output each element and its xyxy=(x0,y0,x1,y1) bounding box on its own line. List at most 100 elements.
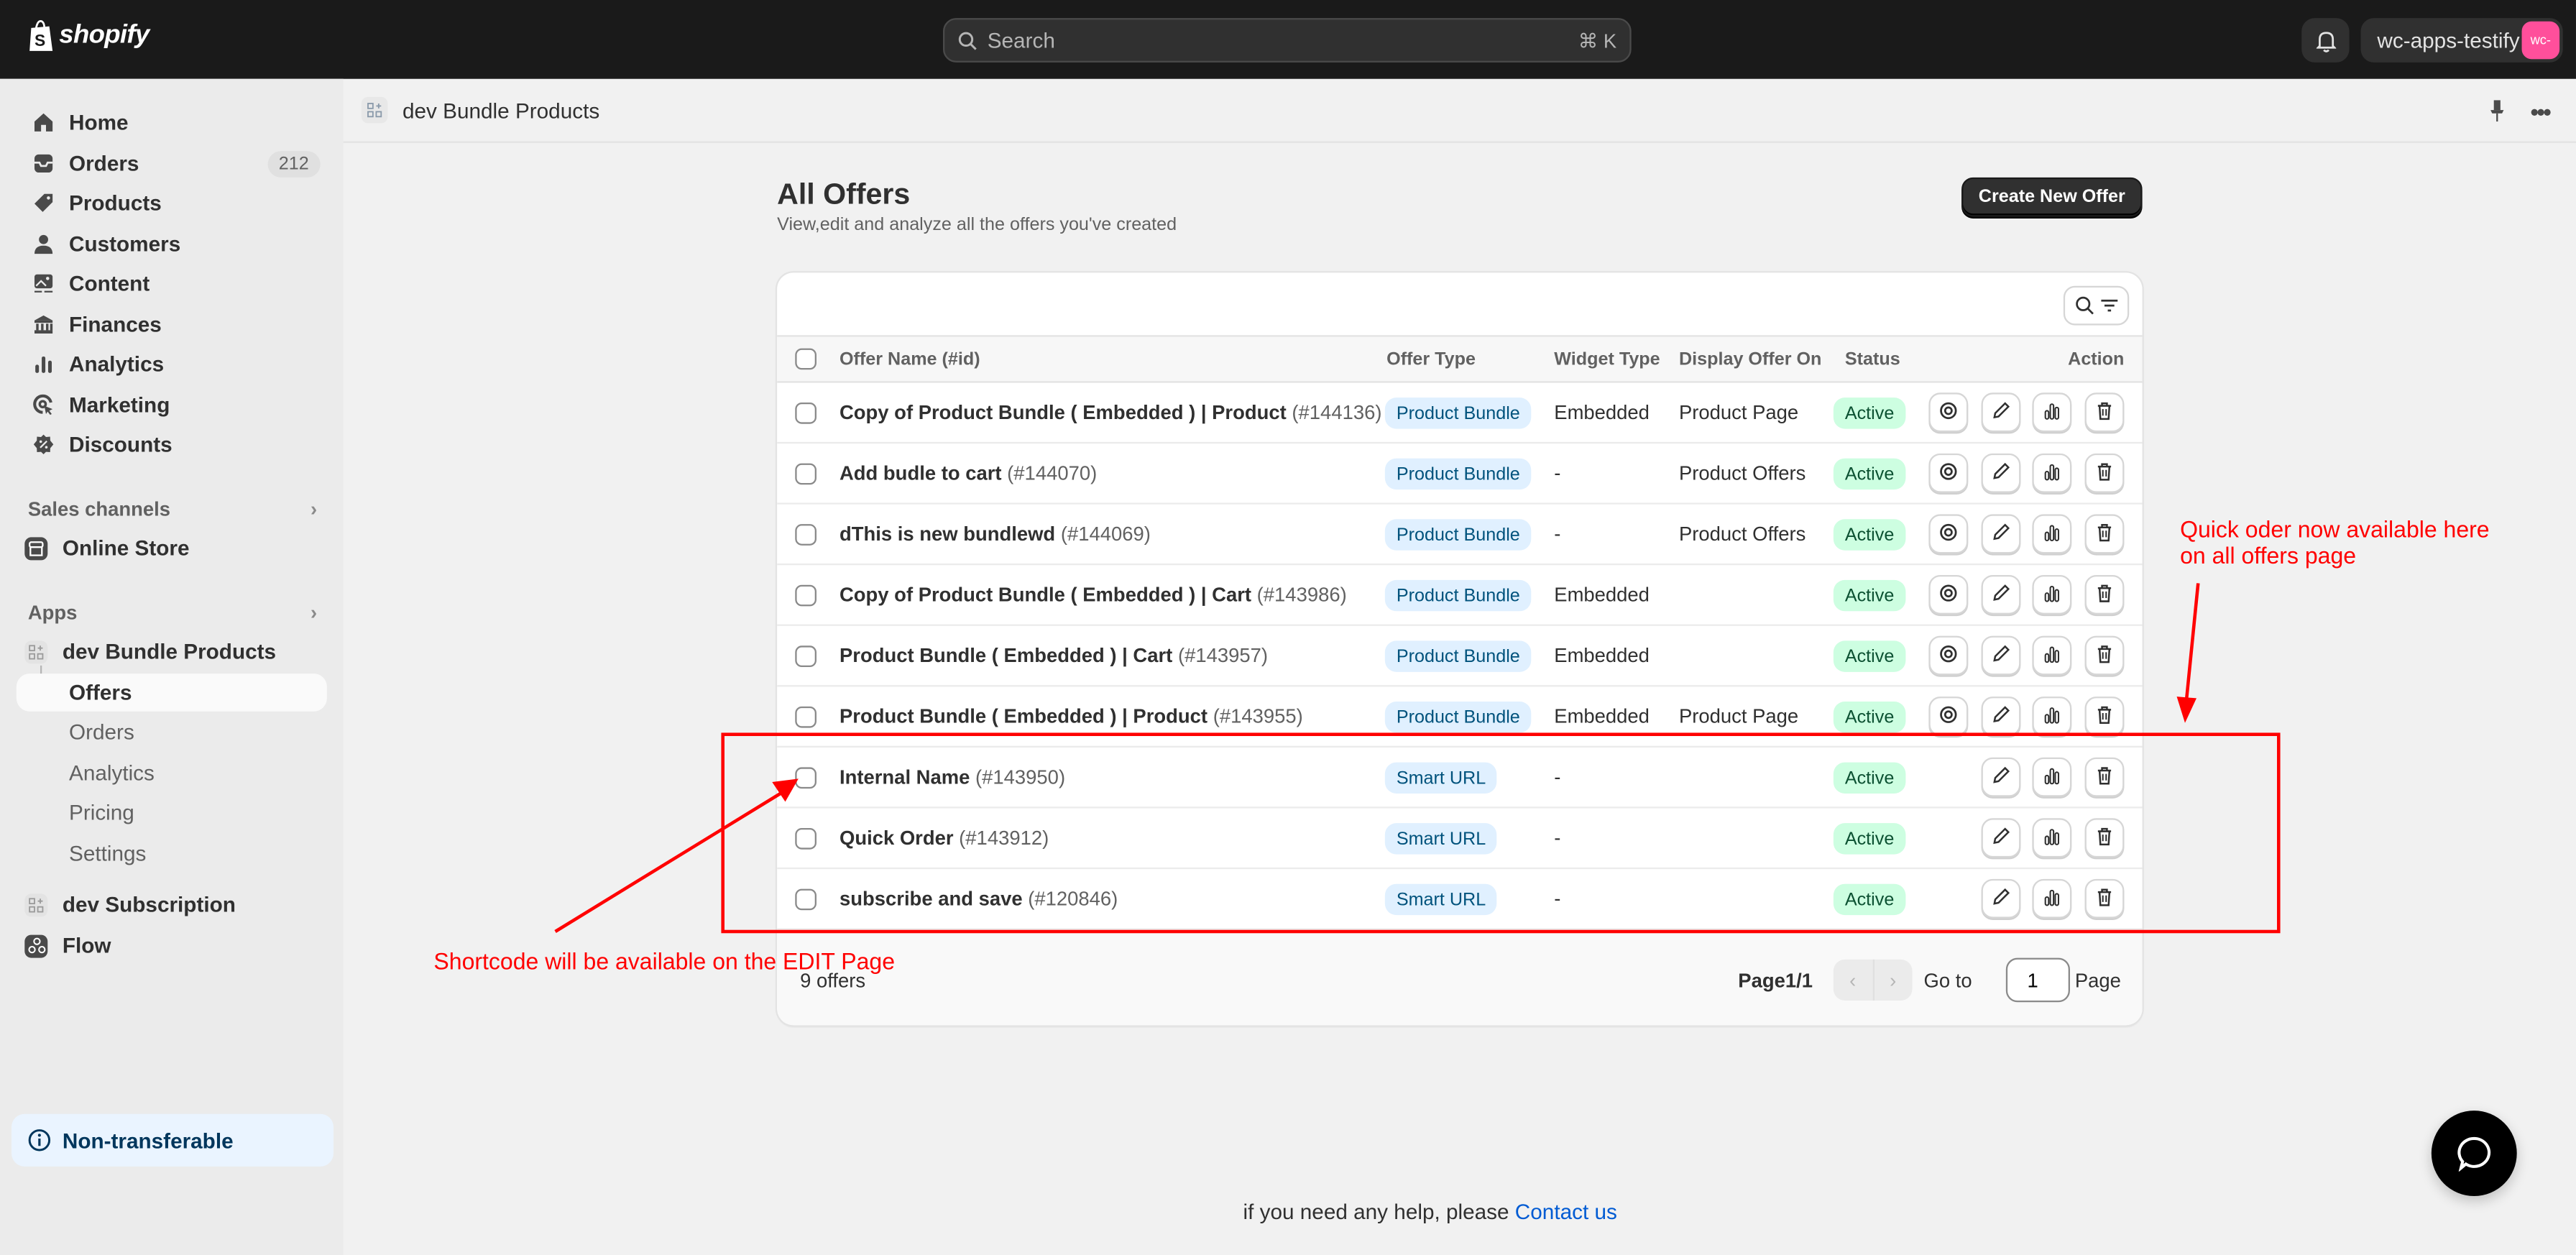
table-row[interactable]: Quick Order (#143912) Smart URL - Active xyxy=(777,809,2143,870)
more-actions-icon[interactable]: ••• xyxy=(2531,98,2552,125)
store-menu-button[interactable]: wc-apps-testify wc- xyxy=(2360,18,2563,63)
view-button[interactable] xyxy=(1928,514,1969,554)
edit-button[interactable] xyxy=(1981,635,2021,676)
sidebar-item-orders[interactable]: Orders 212 xyxy=(17,143,327,184)
sidebar-item-content[interactable]: Content xyxy=(17,263,327,304)
delete-button[interactable] xyxy=(2084,757,2125,797)
offer-name[interactable]: Copy of Product Bundle ( Embedded ) | Pr… xyxy=(840,401,1381,424)
sidebar-item-online-store[interactable]: Online Store xyxy=(17,528,327,569)
offer-name[interactable]: Product Bundle ( Embedded ) | Product (#… xyxy=(840,705,1303,728)
delete-button[interactable] xyxy=(2084,574,2125,615)
table-row[interactable]: subscribe and save (#120846) Smart URL - Ac… xyxy=(777,869,2143,930)
table-row[interactable]: Copy of Product Bundle ( Embedded ) | Ca… xyxy=(777,565,2143,626)
sidebar-item-customers[interactable]: Customers xyxy=(17,224,327,265)
header-offer-name[interactable]: Offer Name (#id) xyxy=(840,350,980,369)
analytics-button[interactable] xyxy=(2032,757,2072,797)
edit-button[interactable] xyxy=(1981,878,2021,919)
view-button[interactable] xyxy=(1928,453,1969,493)
apps-header[interactable]: Apps › xyxy=(28,602,317,625)
sidebar-item-flow[interactable]: Flow xyxy=(17,925,327,966)
page-number-input[interactable] xyxy=(2005,957,2070,1003)
edit-button[interactable] xyxy=(1981,453,2021,493)
edit-button[interactable] xyxy=(1981,757,2021,797)
sidebar-item-marketing[interactable]: Marketing xyxy=(17,385,327,426)
row-checkbox[interactable] xyxy=(795,524,816,546)
offer-name[interactable]: dThis is new bundlewd (#144069) xyxy=(840,523,1151,546)
table-row[interactable]: Add budle to cart (#144070) Product Bundl… xyxy=(777,443,2143,505)
chat-button[interactable] xyxy=(2431,1111,2517,1196)
table-row[interactable]: Copy of Product Bundle ( Embedded ) | Pr… xyxy=(777,383,2143,444)
row-checkbox[interactable] xyxy=(795,402,816,424)
analytics-button[interactable] xyxy=(2032,818,2072,858)
offer-name[interactable]: Copy of Product Bundle ( Embedded ) | Ca… xyxy=(840,583,1347,606)
delete-button[interactable] xyxy=(2084,453,2125,493)
analytics-button[interactable] xyxy=(2032,453,2072,493)
analytics-button[interactable] xyxy=(2032,574,2072,615)
search-input[interactable]: Search ⌘ K xyxy=(942,18,1632,63)
header-status[interactable]: Status xyxy=(1845,350,1900,369)
analytics-button[interactable] xyxy=(2032,878,2072,919)
sidebar-item-finances[interactable]: Finances xyxy=(17,304,327,345)
table-row[interactable]: Product Bundle ( Embedded ) | Cart (#143… xyxy=(777,626,2143,687)
edit-button[interactable] xyxy=(1981,392,2021,433)
table-row[interactable]: dThis is new bundlewd (#144069) Product B… xyxy=(777,505,2143,566)
create-new-offer-button[interactable]: Create New Offer xyxy=(1961,177,2143,217)
delete-button[interactable] xyxy=(2084,697,2125,736)
row-checkbox[interactable] xyxy=(795,706,816,728)
delete-button[interactable] xyxy=(2084,514,2125,554)
pin-icon[interactable] xyxy=(2488,98,2507,122)
sidebar-subitem-orders[interactable]: Orders xyxy=(17,713,327,751)
analytics-button[interactable] xyxy=(2032,514,2072,554)
analytics-button[interactable] xyxy=(2032,392,2072,433)
edit-button[interactable] xyxy=(1981,574,2021,615)
view-button[interactable] xyxy=(1928,574,1969,615)
offer-name[interactable]: subscribe and save (#120846) xyxy=(840,887,1118,910)
table-row[interactable]: Internal Name (#143950) Smart URL - Active xyxy=(777,748,2143,809)
offer-name[interactable]: Add budle to cart (#144070) xyxy=(840,461,1097,484)
delete-button[interactable] xyxy=(2084,392,2125,433)
row-checkbox[interactable] xyxy=(795,888,816,911)
select-all-checkbox[interactable] xyxy=(795,348,816,370)
sidebar-item-analytics[interactable]: Analytics xyxy=(17,344,327,385)
offer-name[interactable]: Product Bundle ( Embedded ) | Cart (#143… xyxy=(840,644,1268,667)
edit-button[interactable] xyxy=(1981,697,2021,736)
view-button[interactable] xyxy=(1928,392,1969,433)
table-row[interactable]: Product Bundle ( Embedded ) | Product (#… xyxy=(777,686,2143,748)
sidebar-item-products[interactable]: Products xyxy=(17,183,327,224)
edit-button[interactable] xyxy=(1981,514,2021,554)
sidebar-item-discounts[interactable]: Discounts xyxy=(17,424,327,465)
row-checkbox[interactable] xyxy=(795,645,816,667)
offer-name[interactable]: Internal Name (#143950) xyxy=(840,766,1065,789)
sidebar-item-dev-subscription[interactable]: dev Subscription xyxy=(17,884,327,925)
sales-channels-header[interactable]: Sales channels › xyxy=(28,498,317,521)
analytics-button[interactable] xyxy=(2032,635,2072,676)
header-display-offer-on[interactable]: Display Offer On xyxy=(1679,350,1821,369)
contact-us-link[interactable]: Contact us xyxy=(1515,1200,1617,1224)
header-widget-type[interactable]: Widget Type xyxy=(1554,350,1660,369)
sidebar-item-home[interactable]: Home xyxy=(17,102,327,143)
row-checkbox[interactable] xyxy=(795,463,816,485)
row-checkbox[interactable] xyxy=(795,827,816,850)
offer-name[interactable]: Quick Order (#143912) xyxy=(840,827,1049,850)
view-button[interactable] xyxy=(1928,697,1969,736)
delete-button[interactable] xyxy=(2084,635,2125,676)
widget-type: Embedded xyxy=(1554,704,1650,728)
edit-button[interactable] xyxy=(1981,818,2021,858)
non-transferable-banner[interactable]: Non-transferable xyxy=(11,1113,334,1167)
delete-button[interactable] xyxy=(2084,818,2125,858)
delete-button[interactable] xyxy=(2084,878,2125,919)
sidebar-subitem-offers[interactable]: Offers xyxy=(16,674,327,712)
search-filter-button[interactable] xyxy=(2063,285,2130,326)
header-offer-type[interactable]: Offer Type xyxy=(1386,350,1476,369)
view-button[interactable] xyxy=(1928,635,1969,676)
row-checkbox[interactable] xyxy=(795,767,816,789)
notifications-button[interactable] xyxy=(2301,18,2350,63)
shopify-logo[interactable]: S shopify xyxy=(28,19,150,52)
row-checkbox[interactable] xyxy=(795,584,816,607)
analytics-button[interactable] xyxy=(2032,697,2072,736)
next-page-button[interactable]: › xyxy=(1874,960,1913,1001)
sidebar-subitem-settings[interactable]: Settings xyxy=(17,835,327,873)
sidebar-subitem-analytics[interactable]: Analytics xyxy=(17,754,327,792)
previous-page-button[interactable]: ‹ xyxy=(1834,959,1874,1001)
sidebar-subitem-pricing[interactable]: Pricing xyxy=(17,794,327,832)
